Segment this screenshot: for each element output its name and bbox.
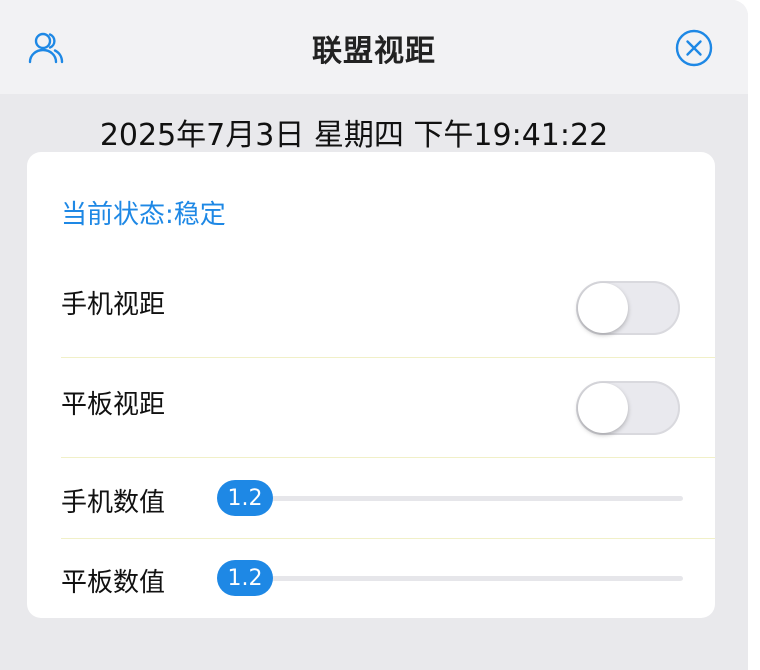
toggle-knob bbox=[578, 283, 628, 333]
phone-value-slider[interactable]: 1.2 bbox=[217, 480, 683, 516]
slider-thumb[interactable]: 1.2 bbox=[217, 480, 273, 516]
tablet-value-label: 平板数值 bbox=[61, 568, 166, 598]
page-title: 联盟视距 bbox=[312, 34, 436, 69]
close-button[interactable] bbox=[672, 26, 716, 70]
slider-thumb[interactable]: 1.2 bbox=[217, 560, 273, 596]
status-text: 当前状态:稳定 bbox=[61, 200, 226, 230]
divider bbox=[61, 357, 715, 358]
settings-card: 当前状态:稳定 手机视距 平板视距 手机数值 1.2 平板数值 1.2 bbox=[27, 152, 715, 618]
slider-track bbox=[217, 576, 683, 581]
divider bbox=[61, 457, 715, 458]
phone-value-label: 手机数值 bbox=[61, 488, 166, 518]
toggle-knob bbox=[578, 383, 628, 433]
divider bbox=[61, 538, 715, 539]
slider-track bbox=[217, 496, 683, 501]
phone-view-distance-label: 手机视距 bbox=[61, 290, 166, 320]
tablet-value-slider[interactable]: 1.2 bbox=[217, 560, 683, 596]
title-bar: 联盟视距 bbox=[0, 0, 748, 94]
tablet-view-distance-label: 平板视距 bbox=[61, 390, 166, 420]
close-circle-icon bbox=[675, 29, 713, 67]
tablet-view-distance-toggle[interactable] bbox=[576, 381, 680, 435]
dialog-panel: 联盟视距 2025年7月3日 星期四 下午19:41:22 当前状态:稳定 手机… bbox=[0, 0, 748, 670]
phone-view-distance-toggle[interactable] bbox=[576, 281, 680, 335]
datetime-text: 2025年7月3日 星期四 下午19:41:22 bbox=[99, 118, 609, 153]
